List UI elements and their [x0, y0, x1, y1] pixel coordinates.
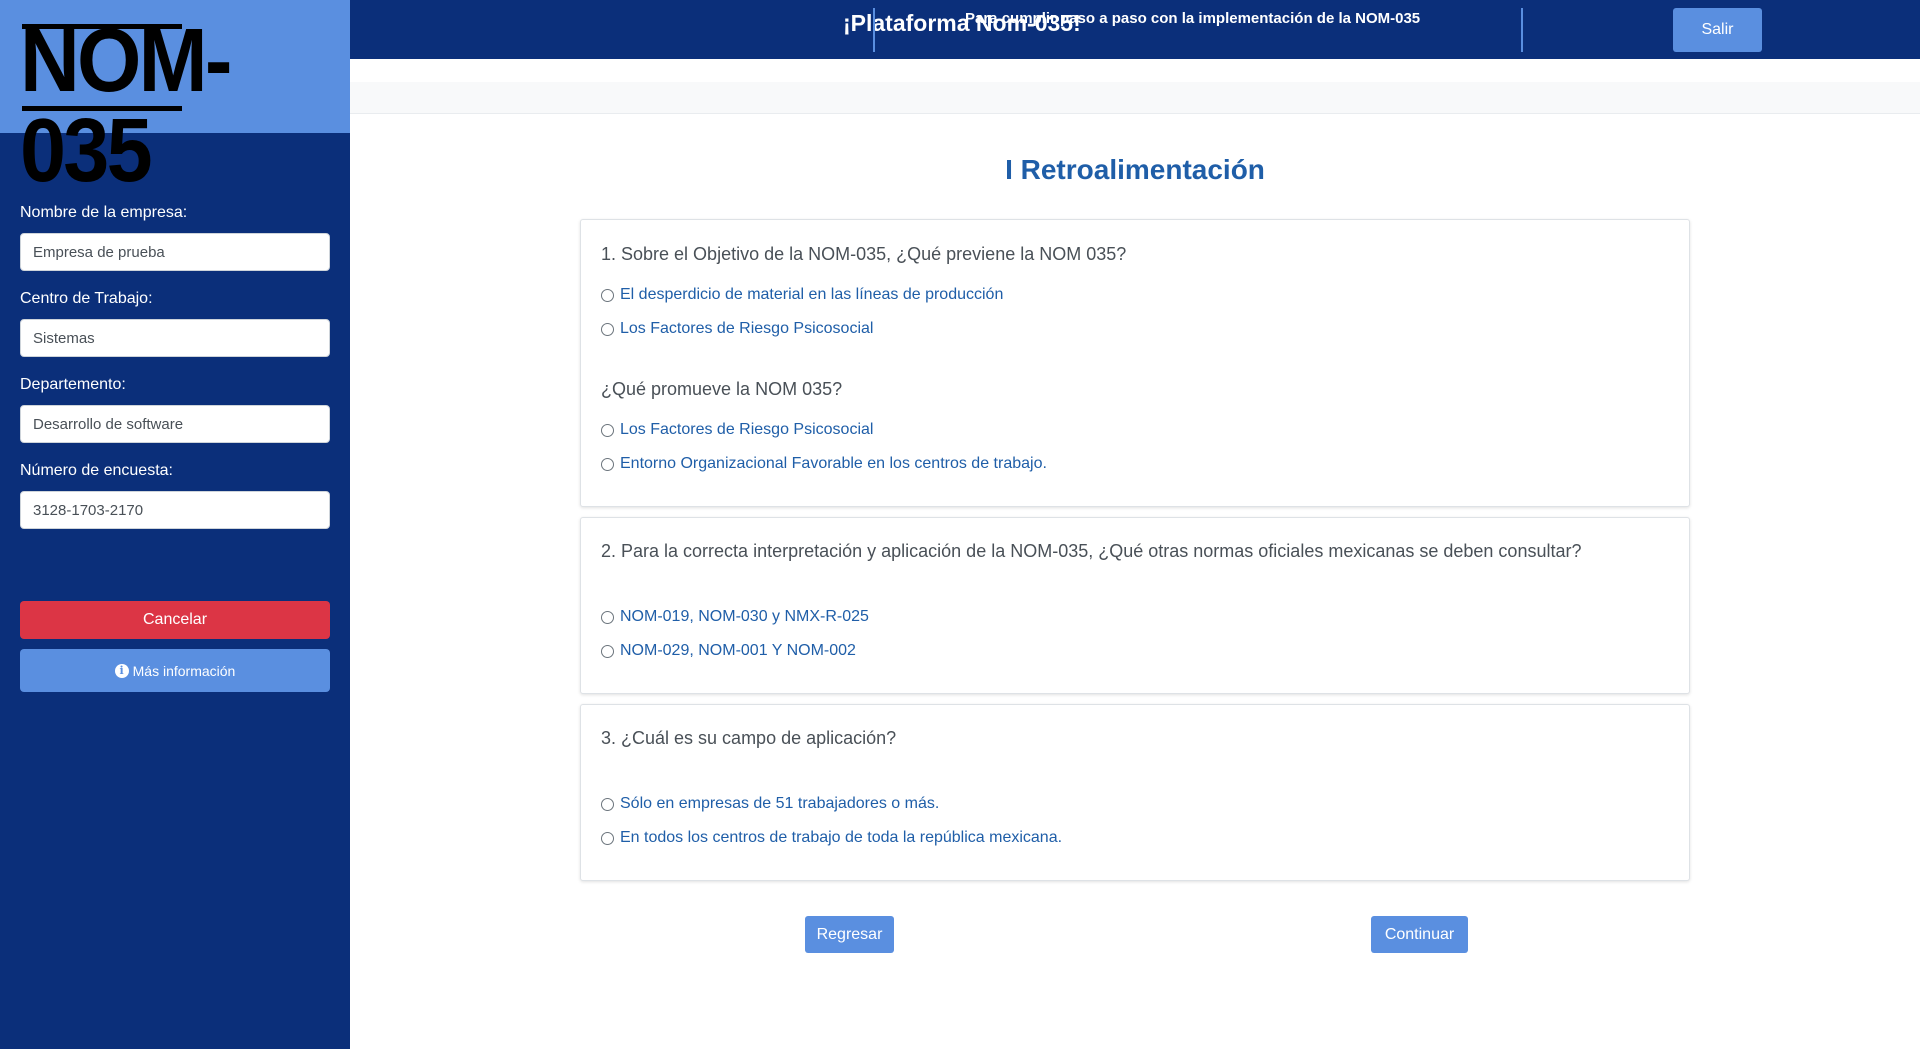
- answer-label[interactable]: Sólo en empresas de 51 trabajadores o má…: [620, 795, 939, 813]
- cancel-button[interactable]: Cancelar: [20, 601, 330, 639]
- answer-label[interactable]: NOM-019, NOM-030 y NMX-R-025: [620, 608, 869, 626]
- answer-option[interactable]: Los Factores de Riesgo Psicosocial: [601, 421, 873, 439]
- work-center-field[interactable]: Sistemas: [20, 319, 330, 357]
- answer-option[interactable]: NOM-029, NOM-001 Y NOM-002: [601, 642, 856, 660]
- platform-subtitle: Para cumplir paso a paso con la implemen…: [965, 10, 1421, 27]
- sub-bar: [350, 82, 1920, 114]
- company-name-field[interactable]: Empresa de prueba: [20, 233, 330, 271]
- department-field[interactable]: Desarrollo de software: [20, 405, 330, 443]
- answer-option[interactable]: NOM-019, NOM-030 y NMX-R-025: [601, 608, 869, 626]
- radio-button[interactable]: [601, 831, 614, 845]
- question-text: 3. ¿Cuál es su campo de aplicación?: [601, 728, 897, 748]
- sidebar: NOM-035 Nombre de la empresa: Empresa de…: [0, 0, 350, 1049]
- work-center-label: Centro de Trabajo:: [20, 290, 153, 307]
- company-name-label: Nombre de la empresa:: [20, 204, 188, 221]
- radio-button[interactable]: [601, 610, 614, 624]
- question-text: 1. Sobre el Objetivo de la NOM-035, ¿Qué…: [601, 244, 1127, 264]
- continue-button[interactable]: Continuar: [1371, 916, 1468, 953]
- department-label: Departemento:: [20, 376, 126, 393]
- back-button[interactable]: Regresar: [805, 916, 894, 953]
- answer-label[interactable]: NOM-029, NOM-001 Y NOM-002: [620, 642, 856, 660]
- header-divider: [1521, 8, 1523, 52]
- question-text: 2. Para la correcta interpretación y apl…: [601, 541, 1582, 561]
- answer-label[interactable]: En todos los centros de trabajo de toda …: [620, 829, 1062, 847]
- more-info-button[interactable]: i Más información: [20, 649, 330, 692]
- answer-option[interactable]: En todos los centros de trabajo de toda …: [601, 829, 1062, 847]
- answer-option[interactable]: El desperdicio de material en las líneas…: [601, 286, 1003, 304]
- radio-button[interactable]: [601, 797, 614, 811]
- top-bar: ¡Plataforma Nom-035! Para cumplir paso a…: [350, 0, 1920, 59]
- question-card-2: 2. Para la correcta interpretación y apl…: [580, 517, 1690, 694]
- info-circle-icon: i: [114, 663, 129, 678]
- question-card-1: 1. Sobre el Objetivo de la NOM-035, ¿Qué…: [580, 219, 1690, 507]
- radio-button[interactable]: [601, 423, 614, 437]
- question-text: ¿Qué promueve la NOM 035?: [601, 379, 843, 399]
- answer-label[interactable]: Los Factores de Riesgo Psicosocial: [620, 320, 873, 338]
- radio-button[interactable]: [601, 457, 614, 471]
- radio-button[interactable]: [601, 288, 614, 302]
- answer-option[interactable]: Los Factores de Riesgo Psicosocial: [601, 320, 873, 338]
- page-title: I Retroalimentación: [1005, 154, 1265, 185]
- logo-bar-bottom: [22, 106, 182, 111]
- logo: NOM-035: [0, 0, 350, 196]
- exit-button[interactable]: Salir: [1673, 8, 1762, 52]
- more-info-label: Más información: [132, 662, 236, 679]
- answer-option[interactable]: Sólo en empresas de 51 trabajadores o má…: [601, 795, 939, 813]
- answer-label[interactable]: Entorno Organizacional Favorable en los …: [620, 455, 1047, 473]
- answer-option[interactable]: Entorno Organizacional Favorable en los …: [601, 455, 1047, 473]
- header-divider: [873, 8, 875, 52]
- survey-number-label: Número de encuesta:: [20, 462, 173, 479]
- radio-button[interactable]: [601, 644, 614, 658]
- radio-button[interactable]: [601, 322, 614, 336]
- answer-label[interactable]: Los Factores de Riesgo Psicosocial: [620, 421, 873, 439]
- question-card-3: 3. ¿Cuál es su campo de aplicación? Sólo…: [580, 704, 1690, 881]
- answer-label[interactable]: El desperdicio de material en las líneas…: [620, 286, 1003, 304]
- survey-number-field[interactable]: 3128-1703-2170: [20, 491, 330, 529]
